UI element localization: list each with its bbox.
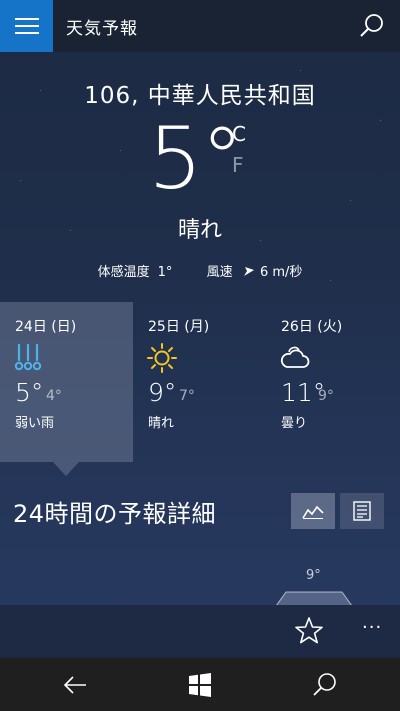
forecast-high: 5° <box>15 378 44 407</box>
forecast-desc: 曇り <box>281 416 308 431</box>
hourly-temp-label: 9° <box>306 568 321 583</box>
forecast-low: 9° <box>318 388 334 404</box>
rain-icon <box>14 343 42 371</box>
sun-icon <box>147 343 177 373</box>
list-icon <box>353 501 371 521</box>
wind-direction-icon <box>243 267 254 276</box>
hamburger-menu-button[interactable] <box>0 0 53 52</box>
cloud-icon <box>280 346 310 368</box>
current-temperature: 5° <box>148 109 244 209</box>
back-arrow-icon[interactable] <box>60 670 90 700</box>
wind-value: 6 m/秒 <box>259 265 303 280</box>
forecast-desc: 弱い雨 <box>15 416 55 431</box>
forecast-day-3[interactable]: 26日 (火) 11° 9° 曇り <box>266 302 399 462</box>
star-icon[interactable] <box>293 615 325 647</box>
windows-icon[interactable] <box>185 670 215 700</box>
current-details: 体感温度 1° 風速 6 m/秒 <box>0 261 400 280</box>
celsius-toggle[interactable]: C <box>232 122 246 146</box>
app-header: 天気予報 <box>0 0 400 52</box>
feels-like-value: 1° <box>157 265 173 280</box>
app-bar: ··· <box>0 605 400 658</box>
list-view-button[interactable] <box>340 493 384 529</box>
more-options-button[interactable]: ··· <box>362 617 382 638</box>
forecast-day-2[interactable]: 25日 (月) 9° 7° 晴れ <box>133 302 266 462</box>
hourly-temp-chart <box>276 591 352 606</box>
feels-like-label: 体感温度 <box>97 265 150 280</box>
search-icon[interactable] <box>310 670 340 700</box>
forecast-high: 9° <box>148 378 177 407</box>
fahrenheit-toggle[interactable]: F <box>232 153 244 177</box>
forecast-low: 4° <box>46 388 62 404</box>
forecast-date: 24日 (日) <box>15 319 77 335</box>
weather-screen: 天気予報 106, 中華人民共和国 5° C F 晴れ 体感温度 1° 風速 6 … <box>0 0 400 658</box>
forecast-low: 7° <box>179 388 195 404</box>
system-navigation-bar <box>0 658 400 711</box>
current-condition: 晴れ <box>177 218 222 243</box>
forecast-date: 25日 (月) <box>148 319 210 335</box>
wind-label: 風速 <box>206 265 233 280</box>
forecast-date: 26日 (火) <box>281 319 343 335</box>
forecast-desc: 晴れ <box>148 416 175 431</box>
app-title: 天気予報 <box>66 19 138 39</box>
selected-day-pointer <box>53 462 79 476</box>
search-icon[interactable] <box>358 12 386 40</box>
chart-icon <box>302 505 324 519</box>
forecast-day-1[interactable]: 24日 (日) 5° 4° 弱い雨 <box>0 302 133 462</box>
chart-view-button[interactable] <box>291 493 335 529</box>
hourly-section-title: 24時間の予報詳細 <box>13 500 217 528</box>
hamburger-icon <box>14 18 39 34</box>
location-name: 106, 中華人民共和国 <box>84 83 316 109</box>
